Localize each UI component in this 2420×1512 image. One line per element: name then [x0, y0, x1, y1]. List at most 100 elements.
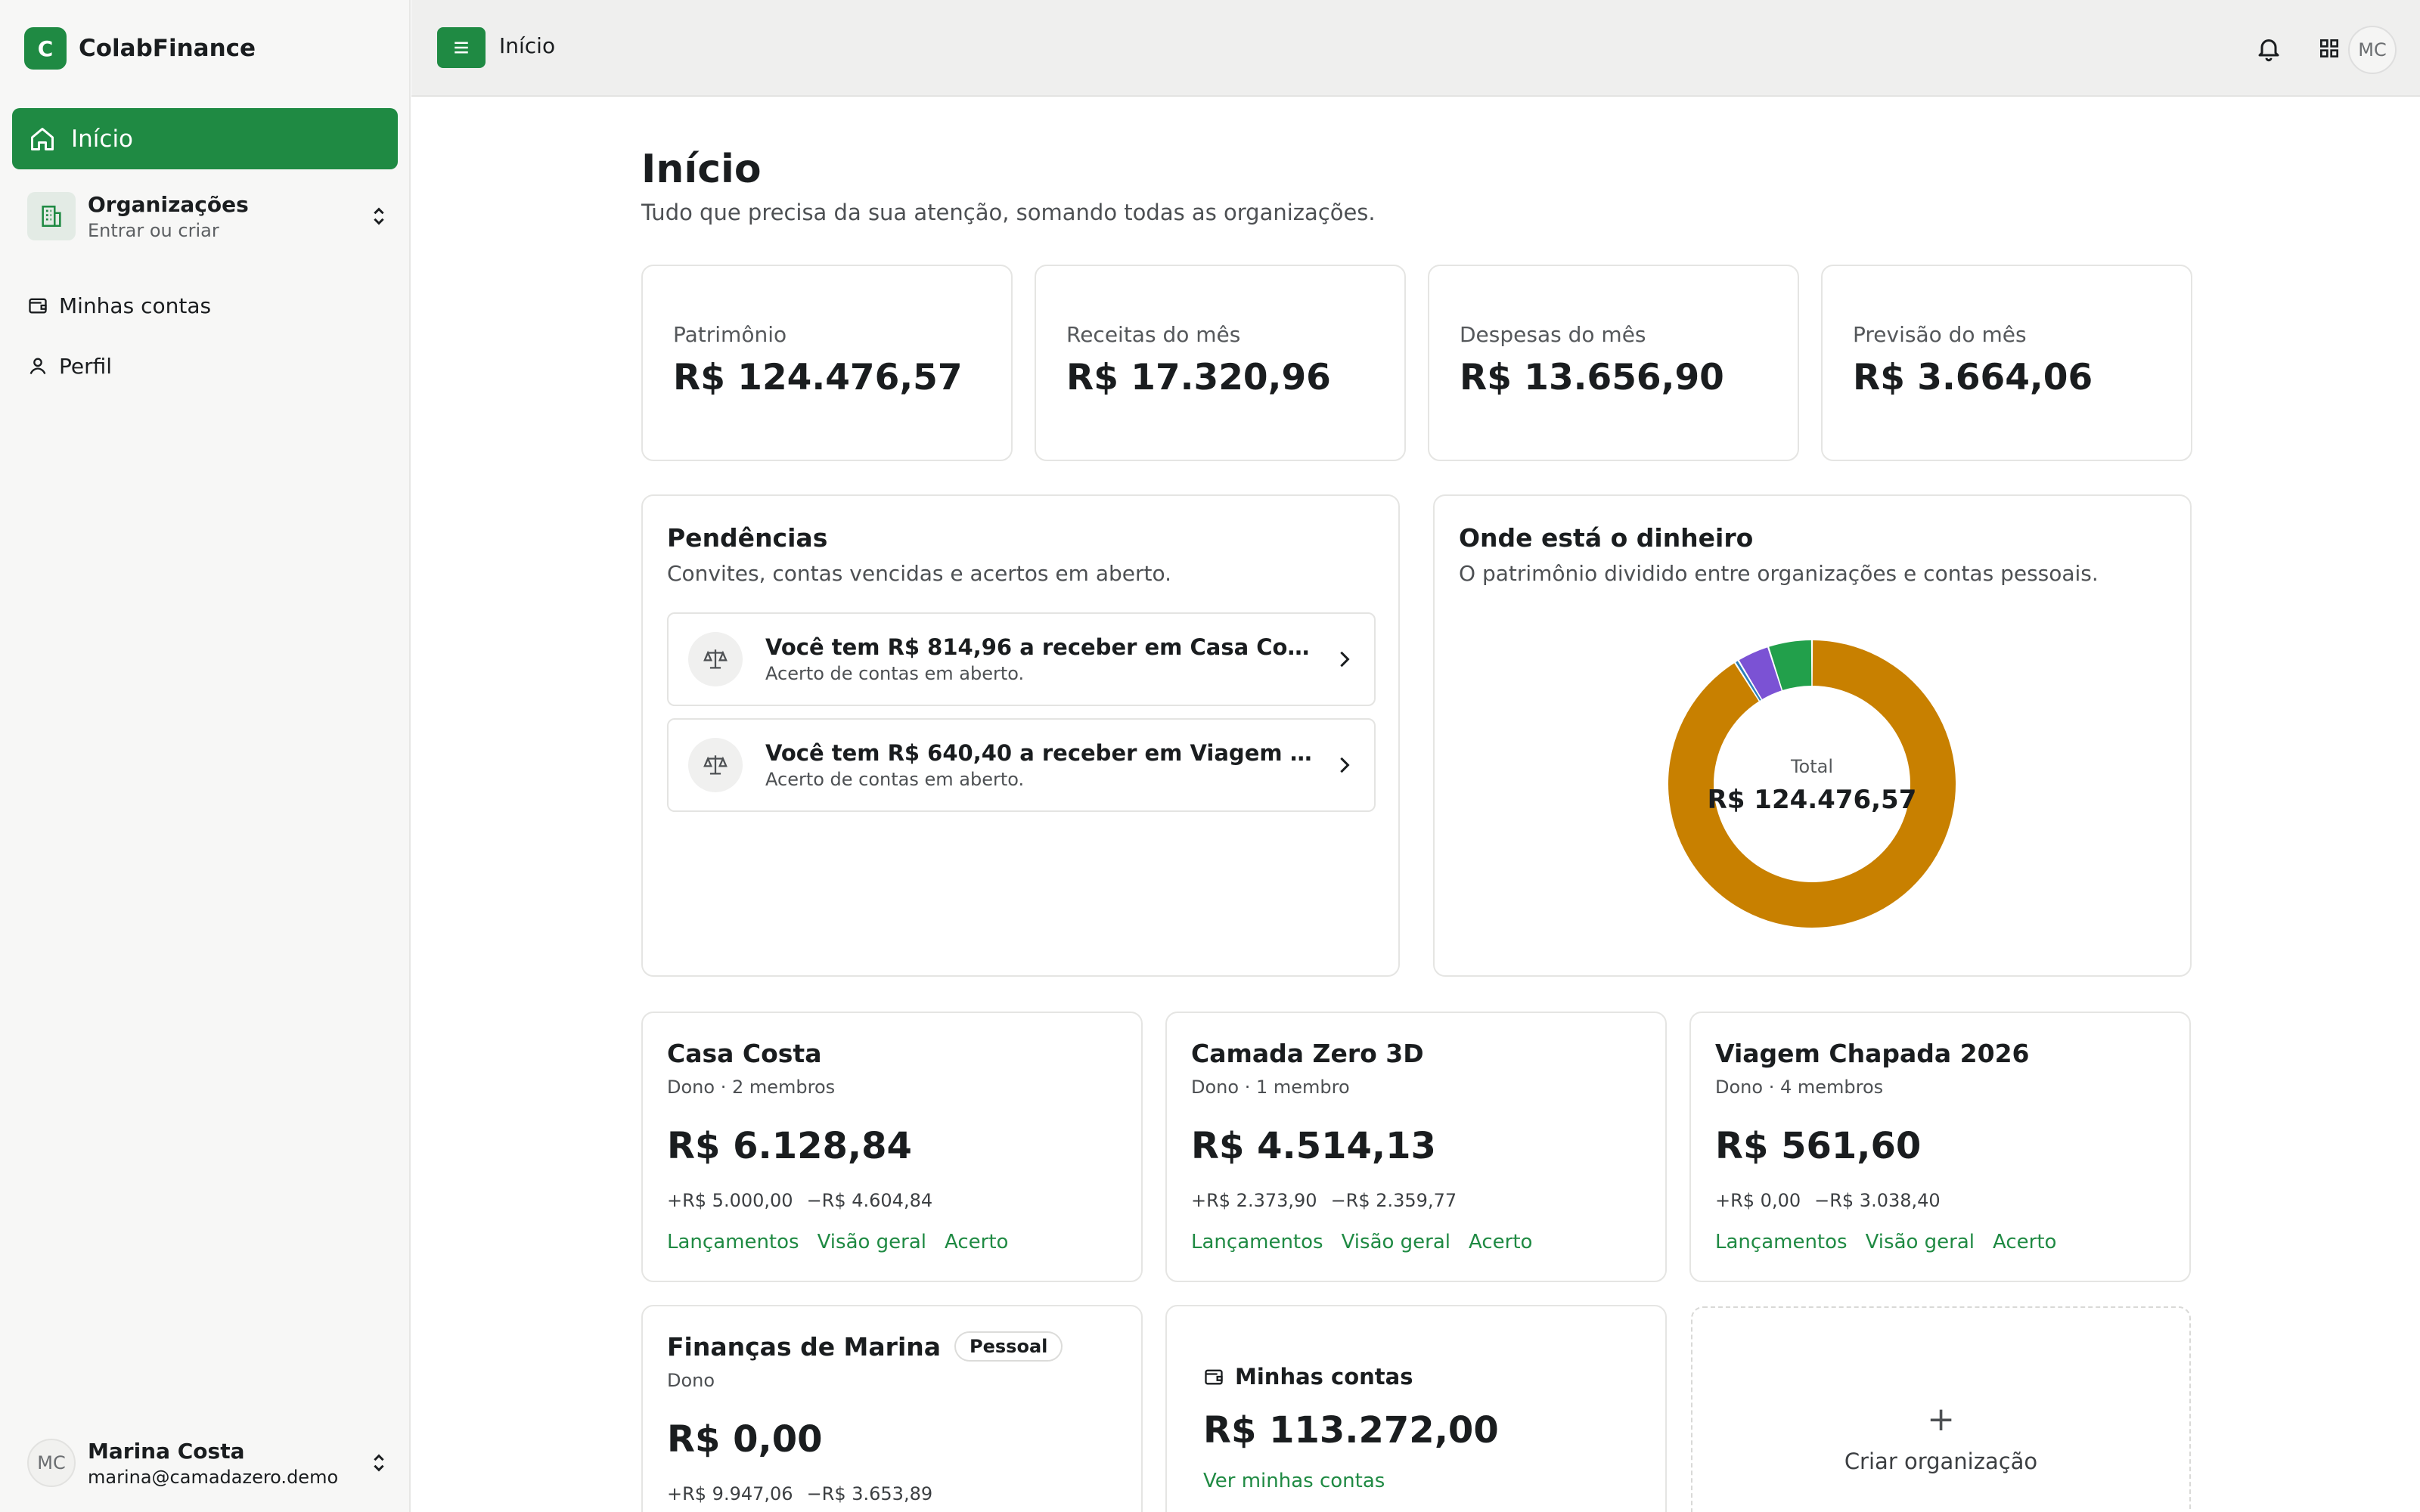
pending-item[interactable]: Você tem R$ 814,96 a receber em Casa Cos… [667, 612, 1376, 706]
sidebar-item-my-accounts[interactable]: Minhas contas [27, 287, 211, 324]
org-name: Camada Zero 3D [1191, 1039, 1424, 1068]
org-links: Lançamentos Visão geral Acerto [1715, 1231, 2056, 1253]
create-org-label: Criar organização [1844, 1448, 2038, 1474]
stat-label: Previsão do mês [1853, 322, 2027, 347]
donut-center-label: Total [1790, 756, 1834, 777]
org-name-row: Finanças de Marina Pessoal [667, 1331, 1063, 1364]
chevron-updown-icon [368, 1452, 390, 1474]
page-subtitle: Tudo que precisa da sua atenção, somando… [641, 200, 1376, 225]
create-org-card[interactable]: + Criar organização [1691, 1306, 2191, 1512]
org-flows: +R$ 2.373,90 −R$ 2.359,77 [1191, 1190, 1457, 1211]
money-distribution-panel: Onde está o dinheiro O patrimônio dividi… [1433, 494, 2192, 977]
link-entries[interactable]: Lançamentos [1715, 1231, 1848, 1253]
home-icon [31, 127, 54, 150]
link-entries[interactable]: Lançamentos [1191, 1231, 1323, 1253]
org-card-personal: Finanças de Marina Pessoal Dono R$ 0,00 +… [641, 1305, 1143, 1512]
org-name: Casa Costa [667, 1039, 822, 1068]
org-income: +R$ 2.373,90 [1191, 1190, 1317, 1211]
link-settlement[interactable]: Acerto [1993, 1231, 2056, 1253]
org-flows: +R$ 9.947,06 −R$ 3.653,89 [667, 1483, 932, 1504]
chevron-right-icon [1314, 648, 1374, 671]
org-expense: −R$ 3.038,40 [1814, 1190, 1941, 1211]
view-accounts-link[interactable]: Ver minhas contas [1203, 1470, 1385, 1492]
avatar: MC [27, 1439, 76, 1487]
sidebar: C ColabFinance Início Organizações Entra… [0, 0, 411, 1512]
chevron-updown-icon [368, 205, 390, 228]
user-email: marina@camadazero.demo [88, 1466, 339, 1488]
org-role: Dono · 2 membros [667, 1077, 836, 1098]
section-title: Onde está o dinheiro [1459, 523, 1754, 553]
menu-icon [455, 42, 468, 54]
user-menu[interactable]: MC Marina Costa marina@camadazero.demo [27, 1433, 390, 1493]
org-flows: +R$ 0,00 −R$ 3.038,40 [1715, 1190, 1941, 1211]
topbar-title: Início [499, 33, 556, 58]
pending-item-title: Você tem R$ 640,40 a receber em Viagem C… [765, 740, 1314, 766]
stat-card-net-worth: Patrimônio R$ 124.476,57 [641, 265, 1013, 461]
brand-name: ColabFinance [79, 35, 256, 62]
org-card: Casa Costa Dono · 2 membros R$ 6.128,84 … [641, 1012, 1143, 1282]
org-income: +R$ 9.947,06 [667, 1483, 793, 1504]
chevron-right-icon [1314, 754, 1374, 776]
link-settlement[interactable]: Acerto [1469, 1231, 1532, 1253]
org-links: Lançamentos Visão geral Acerto [667, 1231, 1008, 1253]
org-balance: R$ 6.128,84 [667, 1125, 912, 1167]
accounts-title: Minhas contas [1203, 1364, 1413, 1390]
brand[interactable]: C ColabFinance [24, 27, 256, 70]
page-title: Início [641, 147, 762, 192]
main-content: Início Tudo que precisa da sua atenção, … [411, 97, 2420, 1512]
sidebar-item-profile[interactable]: Perfil [27, 348, 112, 384]
pending-item-title: Você tem R$ 814,96 a receber em Casa Cos… [765, 634, 1314, 660]
wallet-icon [1205, 1369, 1223, 1385]
org-expense: −R$ 3.653,89 [806, 1483, 933, 1504]
donut-chart: Total R$ 124.476,57 [1665, 637, 1959, 931]
apps-grid-icon[interactable] [2311, 30, 2347, 67]
pending-panel: Pendências Convites, contas vencidas e a… [641, 494, 1400, 977]
link-overview[interactable]: Visão geral [1866, 1231, 1975, 1253]
org-balance: R$ 0,00 [667, 1418, 823, 1461]
menu-toggle-button[interactable] [437, 27, 486, 68]
pending-item-subtitle: Acerto de contas em aberto. [765, 663, 1025, 684]
pending-item[interactable]: Você tem R$ 640,40 a receber em Viagem C… [667, 718, 1376, 812]
org-links: Lançamentos Visão geral Acerto [1191, 1231, 1532, 1253]
scale-icon [688, 632, 743, 686]
section-subtitle: Convites, contas vencidas e acertos em a… [667, 561, 1172, 586]
building-icon [27, 192, 76, 240]
link-entries[interactable]: Lançamentos [667, 1231, 799, 1253]
link-settlement[interactable]: Acerto [945, 1231, 1008, 1253]
scale-icon [688, 738, 743, 792]
personal-badge: Pessoal [954, 1331, 1063, 1362]
donut-center-value: R$ 124.476,57 [1707, 785, 1917, 815]
org-switcher-title: Organizações [88, 191, 249, 217]
wallet-icon [29, 298, 47, 314]
link-overview[interactable]: Visão geral [818, 1231, 926, 1253]
org-role: Dono · 4 membros [1715, 1077, 1884, 1098]
stat-value: R$ 17.320,96 [1066, 357, 1331, 398]
my-accounts-card: Minhas contas R$ 113.272,00 Ver minhas c… [1165, 1305, 1667, 1512]
stat-label: Despesas do mês [1460, 322, 1646, 347]
org-switcher[interactable]: Organizações Entrar ou criar [27, 189, 390, 243]
link-overview[interactable]: Visão geral [1342, 1231, 1450, 1253]
pending-item-subtitle: Acerto de contas em aberto. [765, 769, 1025, 790]
accounts-value: R$ 113.272,00 [1203, 1409, 1499, 1452]
org-balance: R$ 561,60 [1715, 1125, 1922, 1167]
sidebar-item-label: Minhas contas [59, 293, 212, 318]
org-flows: +R$ 5.000,00 −R$ 4.604,84 [667, 1190, 932, 1211]
org-role: Dono [667, 1370, 715, 1391]
stat-label: Receitas do mês [1066, 322, 1241, 347]
stat-value: R$ 124.476,57 [673, 357, 963, 398]
org-role: Dono · 1 membro [1191, 1077, 1350, 1098]
bell-icon[interactable] [2251, 30, 2287, 67]
org-name: Finanças de Marina [667, 1332, 942, 1362]
org-income: +R$ 0,00 [1715, 1190, 1801, 1211]
org-card: Camada Zero 3D Dono · 1 membro R$ 4.514,… [1165, 1012, 1667, 1282]
stat-value: R$ 13.656,90 [1460, 357, 1724, 398]
sidebar-item-label: Início [71, 125, 134, 153]
section-title: Pendências [667, 523, 828, 553]
org-card: Viagem Chapada 2026 Dono · 4 membros R$ … [1689, 1012, 2191, 1282]
avatar[interactable]: MC [2348, 26, 2397, 74]
accounts-title-label: Minhas contas [1235, 1364, 1413, 1390]
user-name: Marina Costa [88, 1438, 245, 1464]
stat-label: Patrimônio [673, 322, 787, 347]
stat-card-expenses: Despesas do mês R$ 13.656,90 [1428, 265, 1799, 461]
sidebar-item-home[interactable]: Início [12, 108, 398, 169]
